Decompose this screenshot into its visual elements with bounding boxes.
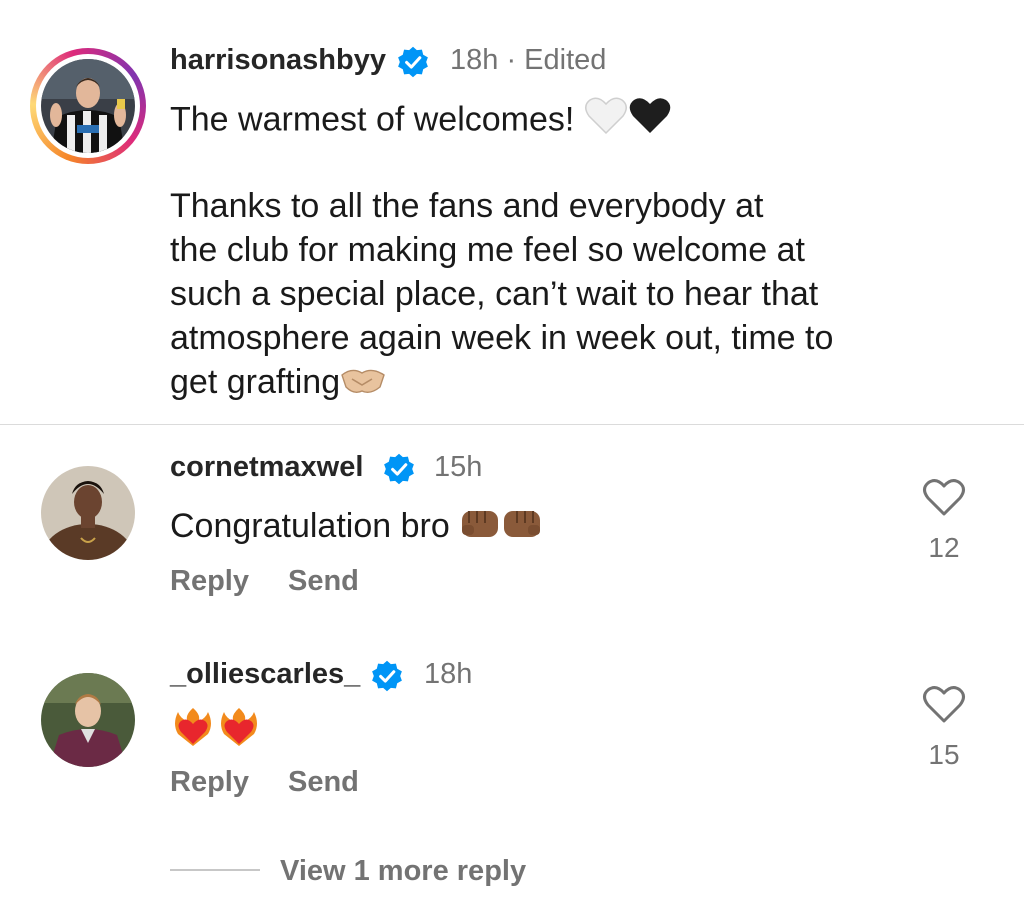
fist-bump-icon xyxy=(459,505,501,552)
replies-line xyxy=(170,869,260,871)
caption-username[interactable]: harrisonashbyy xyxy=(170,44,386,77)
heart-like-icon[interactable] xyxy=(922,478,966,523)
avatar[interactable] xyxy=(41,59,135,153)
caption-paragraph-line: atmosphere again week in week out, time … xyxy=(170,319,834,357)
black-heart-icon xyxy=(628,96,672,147)
section-divider xyxy=(0,424,1024,425)
reply-button[interactable]: Reply xyxy=(170,565,249,598)
caption-paragraph-line: the club for making me feel so welcome a… xyxy=(170,231,805,269)
caption-paragraph-line: such a special place, can’t wait to hear… xyxy=(170,275,819,313)
handshake-icon xyxy=(340,361,386,408)
comment-time: 18h xyxy=(424,658,473,690)
comment-text xyxy=(172,706,260,753)
like-count: 15 xyxy=(928,739,960,770)
fist-bump-icon xyxy=(501,505,543,552)
verified-badge-icon xyxy=(382,452,416,486)
reply-button[interactable]: Reply xyxy=(170,766,249,799)
verified-badge-icon xyxy=(370,659,404,693)
view-more-replies-button[interactable]: View 1 more reply xyxy=(280,855,526,888)
comment-text: Congratulation bro xyxy=(170,504,543,552)
verified-badge-icon xyxy=(396,45,430,79)
heart-on-fire-icon xyxy=(172,706,214,753)
caption-paragraph-line: Thanks to all the fans and everybody at xyxy=(170,187,764,225)
send-button[interactable]: Send xyxy=(288,565,359,598)
heart-on-fire-icon xyxy=(218,706,260,753)
avatar[interactable] xyxy=(41,466,135,560)
like-count: 12 xyxy=(928,532,960,563)
heart-like-icon[interactable] xyxy=(922,685,966,730)
comment-username[interactable]: cornetmaxwel xyxy=(170,451,363,484)
white-heart-icon xyxy=(584,96,628,147)
caption-paragraph: Thanks to all the fans and everybody at … xyxy=(170,184,833,408)
caption-paragraph-line: get grafting xyxy=(170,360,833,408)
avatar[interactable] xyxy=(41,673,135,767)
comment-username[interactable]: _olliescarles_ xyxy=(170,658,360,691)
caption-meta: 18h · Edited xyxy=(450,44,607,76)
comment-time: 15h xyxy=(434,451,483,483)
caption-line1: The warmest of welcomes! xyxy=(170,96,672,147)
send-button[interactable]: Send xyxy=(288,766,359,799)
